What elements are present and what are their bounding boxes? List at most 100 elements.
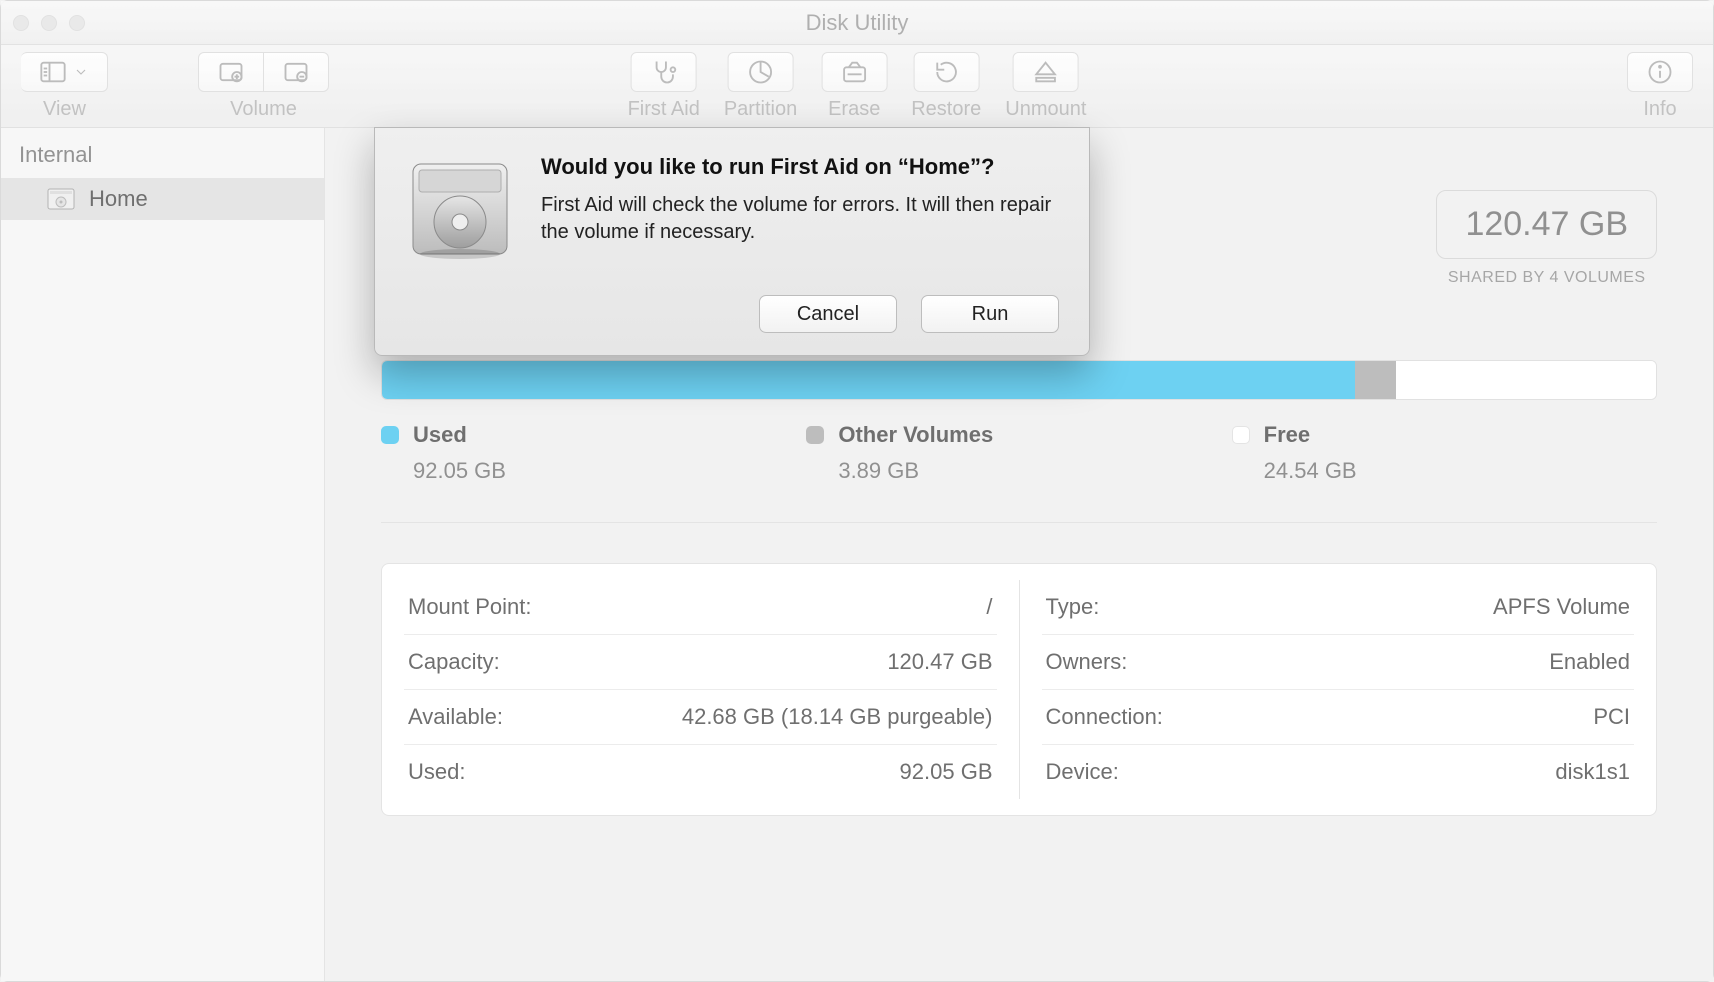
sidebar-section-internal: Internal [1, 142, 324, 178]
toolbar-group-view: View [21, 52, 108, 121]
run-button[interactable]: Run [921, 295, 1059, 333]
toolbar-label-partition: Partition [724, 98, 797, 121]
info-row-device: Device: disk1s1 [1042, 744, 1635, 799]
hard-drive-icon [405, 154, 515, 269]
info-key: Connection: [1046, 704, 1163, 730]
usage-bar [381, 360, 1657, 400]
toolbar-group-restore: Restore [911, 52, 981, 121]
toolbar-group-firstaid: First Aid [628, 52, 700, 121]
restore-icon [932, 58, 960, 86]
window-controls [13, 15, 85, 31]
add-volume-button[interactable] [198, 52, 264, 92]
sidebar-layout-icon [39, 58, 67, 86]
info-row-available: Available: 42.68 GB (18.14 GB purgeable) [404, 689, 997, 744]
info-val: disk1s1 [1555, 759, 1630, 785]
info-val: 42.68 GB (18.14 GB purgeable) [682, 704, 993, 730]
toolbar-group-info: Info [1627, 52, 1693, 121]
section-divider [381, 522, 1657, 523]
sidebar-item-label: Home [89, 186, 148, 212]
sidebar-item-home[interactable]: Home [1, 178, 324, 220]
info-key: Available: [408, 704, 503, 730]
close-window-button[interactable] [13, 15, 29, 31]
pie-icon [747, 58, 775, 86]
volume-add-icon [217, 58, 245, 86]
first-aid-button[interactable] [631, 52, 697, 92]
window-title: Disk Utility [1, 10, 1713, 36]
erase-icon [840, 58, 868, 86]
usage-legend: Used 92.05 GB Other Volumes 3.89 GB Free [381, 422, 1657, 484]
toolbar-group-erase: Erase [821, 52, 887, 121]
stethoscope-icon [650, 58, 678, 86]
legend-free-value: 24.54 GB [1232, 458, 1657, 484]
capacity-total: 120.47 GB [1436, 190, 1657, 259]
info-button[interactable] [1627, 52, 1693, 92]
legend-used: Used 92.05 GB [381, 422, 806, 484]
minimize-window-button[interactable] [41, 15, 57, 31]
info-key: Owners: [1046, 649, 1128, 675]
info-val: 92.05 GB [900, 759, 993, 785]
toolbar-label-restore: Restore [911, 98, 981, 121]
zoom-window-button[interactable] [69, 15, 85, 31]
toolbar-label-firstaid: First Aid [628, 98, 700, 121]
toolbar: View Volume First Aid Partition [1, 45, 1713, 128]
capacity-box: 120.47 GB SHARED BY 4 VOLUMES [1436, 190, 1657, 287]
info-card: Mount Point: / Capacity: 120.47 GB Availab… [381, 563, 1657, 816]
info-val: PCI [1593, 704, 1630, 730]
swatch-free [1232, 426, 1250, 444]
legend-used-value: 92.05 GB [381, 458, 806, 484]
usage-bar-used [382, 361, 1355, 399]
info-val: / [986, 594, 992, 620]
info-row-connection: Connection: PCI [1042, 689, 1635, 744]
sidebar: Internal Home [1, 128, 325, 981]
unmount-button[interactable] [1013, 52, 1079, 92]
legend-free: Free 24.54 GB [1232, 422, 1657, 484]
eject-icon [1032, 58, 1060, 86]
toolbar-label-erase: Erase [828, 98, 880, 121]
titlebar: Disk Utility [1, 1, 1713, 45]
toolbar-group-unmount: Unmount [1005, 52, 1086, 121]
swatch-other [806, 426, 824, 444]
volume-remove-icon [282, 58, 310, 86]
toolbar-label-volume: Volume [230, 98, 297, 121]
cancel-button[interactable]: Cancel [759, 295, 897, 333]
info-icon [1646, 58, 1674, 86]
toolbar-label-view: View [43, 98, 86, 121]
usage-bar-free [1396, 361, 1656, 399]
partition-button[interactable] [728, 52, 794, 92]
info-val: Enabled [1549, 649, 1630, 675]
info-key: Device: [1046, 759, 1119, 785]
info-col-right: Type: APFS Volume Owners: Enabled Connecti… [1019, 580, 1657, 799]
usage-bar-other [1355, 361, 1396, 399]
view-button[interactable] [21, 52, 108, 92]
first-aid-dialog: Would you like to run First Aid on “Home… [374, 127, 1090, 356]
info-row-capacity: Capacity: 120.47 GB [404, 634, 997, 689]
restore-button[interactable] [913, 52, 979, 92]
info-row-used: Used: 92.05 GB [404, 744, 997, 799]
info-row-owners: Owners: Enabled [1042, 634, 1635, 689]
info-row-type: Type: APFS Volume [1042, 580, 1635, 634]
toolbar-label-info: Info [1643, 98, 1676, 121]
toolbar-group-volume: Volume [198, 52, 329, 121]
legend-other: Other Volumes 3.89 GB [806, 422, 1231, 484]
erase-button[interactable] [821, 52, 887, 92]
info-val: 120.47 GB [887, 649, 992, 675]
legend-free-label: Free [1264, 422, 1310, 448]
info-key: Capacity: [408, 649, 500, 675]
remove-volume-button[interactable] [264, 52, 329, 92]
toolbar-group-partition: Partition [724, 52, 797, 121]
legend-used-label: Used [413, 422, 467, 448]
usage-section: Used 92.05 GB Other Volumes 3.89 GB Free [381, 360, 1657, 484]
info-key: Used: [408, 759, 465, 785]
legend-other-value: 3.89 GB [806, 458, 1231, 484]
toolbar-label-unmount: Unmount [1005, 98, 1086, 121]
info-row-mountpoint: Mount Point: / [404, 580, 997, 634]
volume-icon [47, 187, 75, 211]
info-key: Type: [1046, 594, 1100, 620]
info-val: APFS Volume [1493, 594, 1630, 620]
chevron-down-icon [73, 64, 89, 80]
dialog-title: Would you like to run First Aid on “Home… [541, 154, 1059, 180]
swatch-used [381, 426, 399, 444]
info-col-left: Mount Point: / Capacity: 120.47 GB Availab… [382, 580, 1019, 799]
info-key: Mount Point: [408, 594, 532, 620]
capacity-subtitle: SHARED BY 4 VOLUMES [1436, 269, 1657, 287]
